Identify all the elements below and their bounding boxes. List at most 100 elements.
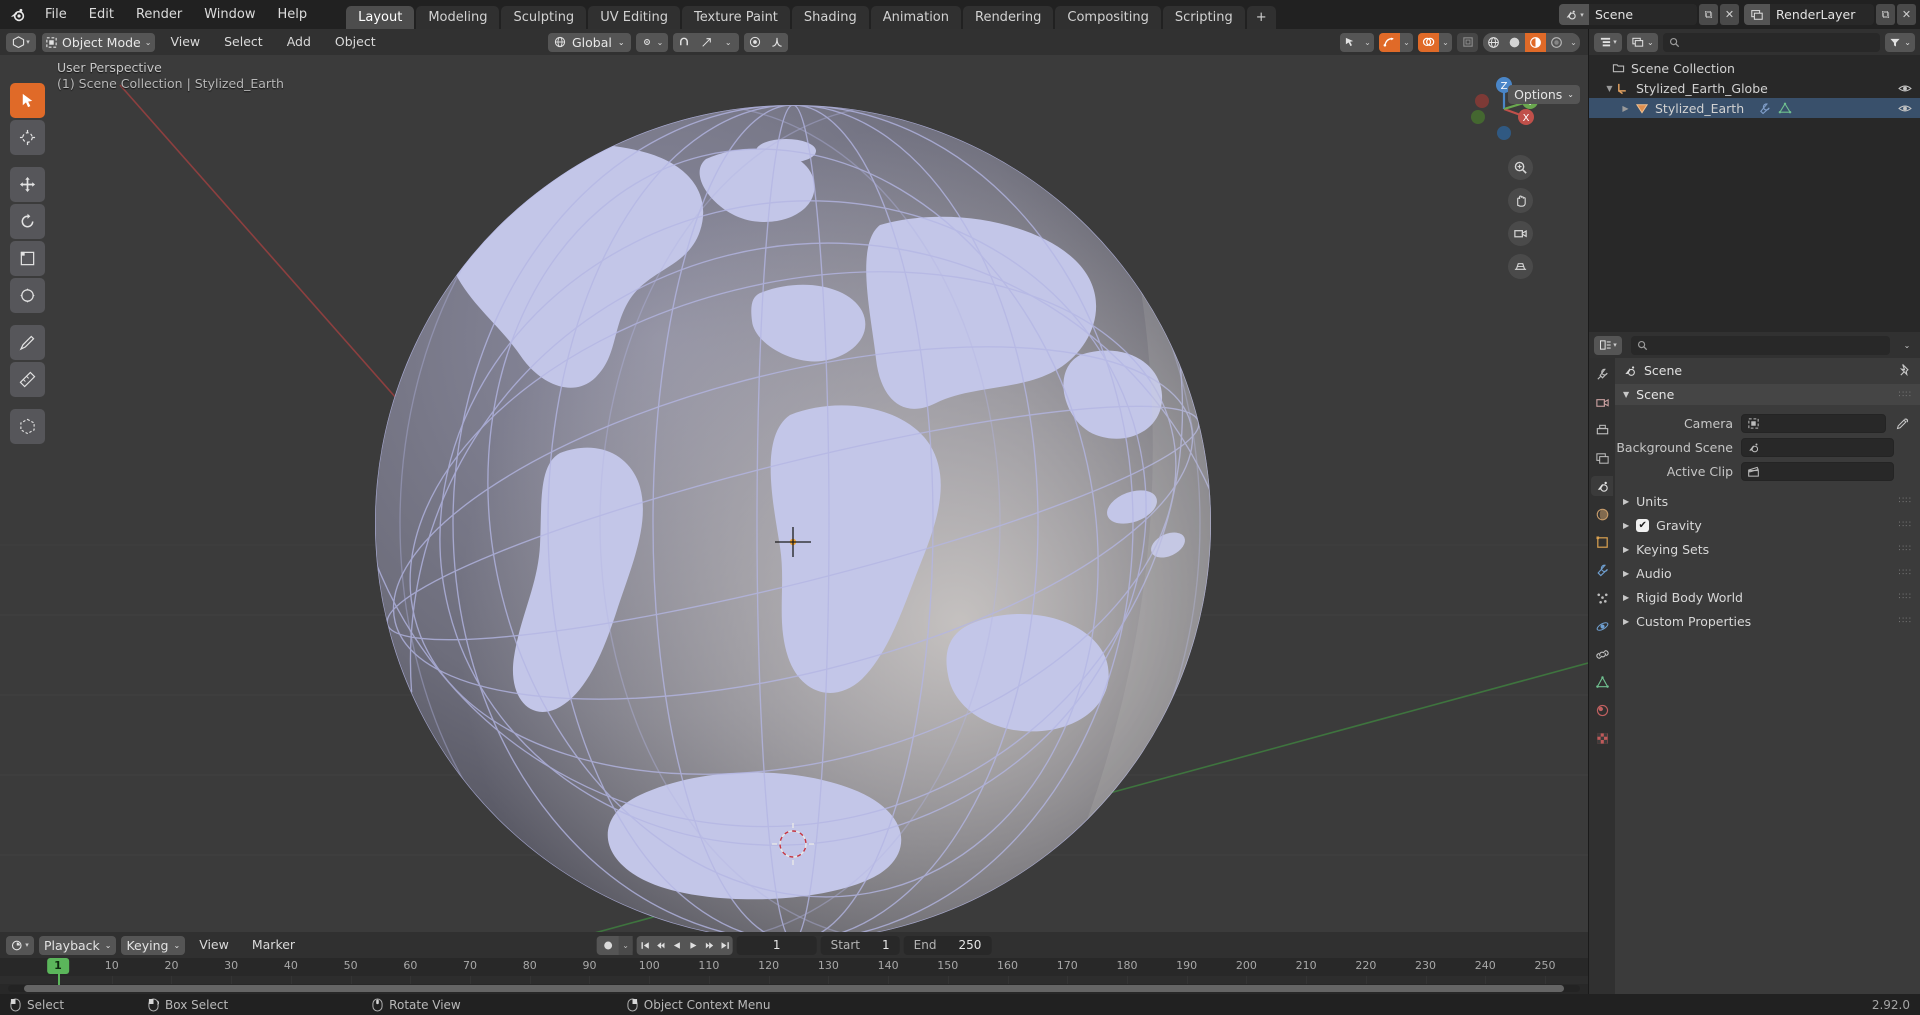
scene-name[interactable]: Scene xyxy=(1589,4,1697,25)
blender-logo-icon[interactable] xyxy=(0,5,34,24)
timeline-scrollbar[interactable] xyxy=(8,985,1580,992)
tab-uv-editing[interactable]: UV Editing xyxy=(588,6,681,29)
outliner-search-input[interactable] xyxy=(1662,32,1881,52)
tab-modeling[interactable]: Modeling xyxy=(416,6,500,29)
add-cube-tool[interactable] xyxy=(10,409,45,444)
snap-target-icon[interactable] xyxy=(695,32,718,52)
section-custom-properties[interactable]: ▶ Custom Properties ∷∷ xyxy=(1615,609,1920,633)
timeline-strip[interactable]: 1102030405060708090100110120130140150160… xyxy=(0,958,1588,994)
properties-icon[interactable]: ▾ xyxy=(1594,335,1622,355)
next-keyframe-icon[interactable] xyxy=(701,936,717,955)
frame-end-field[interactable]: End 250 xyxy=(903,935,992,955)
view-layer-selector[interactable]: RenderLayer xyxy=(1744,4,1874,25)
expand-triangle-icon[interactable]: ▶ xyxy=(1623,521,1629,530)
timeline-ruler[interactable]: 1102030405060708090100110120130140150160… xyxy=(0,958,1588,976)
properties-options-icon[interactable]: ⌄ xyxy=(1899,341,1915,350)
outliner-row-stylized-earth-globe[interactable]: ▼ Stylized_Earth_Globe xyxy=(1589,78,1920,98)
outliner-row-scene-collection[interactable]: Scene Collection xyxy=(1589,58,1920,78)
measure-tool[interactable] xyxy=(10,362,45,397)
timeline-rows[interactable] xyxy=(0,976,1588,984)
tab-texture-paint[interactable]: Texture Paint xyxy=(682,6,790,29)
texture-tab[interactable] xyxy=(1591,728,1613,748)
outliner-filter-icon[interactable]: ⌄ xyxy=(1885,32,1915,52)
expand-triangle-icon[interactable]: ▶ xyxy=(1623,497,1629,506)
cursor-tool[interactable] xyxy=(10,120,45,155)
properties-search-input[interactable] xyxy=(1631,335,1890,355)
shading-dropdown-icon[interactable]: ⌄ xyxy=(1567,32,1580,52)
auto-keying-icon[interactable] xyxy=(597,936,619,955)
timeline-icon[interactable]: ▾ xyxy=(6,935,34,955)
proportional-edit-icon[interactable] xyxy=(744,32,767,52)
section-rigid-body-world[interactable]: ▶ Rigid Body World ∷∷ xyxy=(1615,585,1920,609)
viewport-menu-select[interactable]: Select xyxy=(215,29,272,55)
camera-field[interactable] xyxy=(1741,413,1886,433)
scale-tool[interactable] xyxy=(10,241,45,276)
wireframe-shading-icon[interactable] xyxy=(1483,32,1504,52)
modifier-wrench-tab[interactable] xyxy=(1591,560,1613,580)
move-tool[interactable] xyxy=(10,167,45,202)
object-tab[interactable] xyxy=(1591,532,1613,552)
prev-keyframe-icon[interactable] xyxy=(653,936,669,955)
outliner-display-mode[interactable]: ⌄ xyxy=(1627,32,1658,52)
keying-dropdown[interactable]: Keying ⌄ xyxy=(121,935,186,955)
visibility-eye-icon[interactable] xyxy=(1898,83,1912,94)
mode-selector[interactable]: Object Mode ⌄ xyxy=(42,32,156,52)
3d-viewport[interactable]: User Perspective (1) Scene Collection | … xyxy=(0,55,1588,932)
show-gizmo-icon[interactable] xyxy=(1340,32,1361,52)
view-layer-icon[interactable] xyxy=(1744,4,1770,25)
jump-end-icon[interactable] xyxy=(717,936,733,955)
expand-triangle-icon[interactable]: ▶ xyxy=(1623,569,1629,578)
overlays-dropdown-icon[interactable]: ⌄ xyxy=(1400,32,1413,52)
timeline-menu-marker[interactable]: Marker xyxy=(243,932,304,958)
pivot-point-selector[interactable]: ⌄ xyxy=(635,32,669,52)
expand-triangle-icon[interactable]: ▶ xyxy=(1623,617,1629,626)
menu-edit[interactable]: Edit xyxy=(78,0,125,29)
section-gravity[interactable]: ▶ ✔ Gravity ∷∷ xyxy=(1615,513,1920,537)
rendered-shading-icon[interactable] xyxy=(1546,32,1567,52)
menu-file[interactable]: File xyxy=(34,0,78,29)
section-audio[interactable]: ▶ Audio ∷∷ xyxy=(1615,561,1920,585)
material-tab[interactable] xyxy=(1591,700,1613,720)
transform-orientation-selector[interactable]: Global ⌄ xyxy=(548,32,631,52)
end-value[interactable]: 250 xyxy=(958,938,981,952)
eyedropper-icon[interactable] xyxy=(1894,417,1911,430)
modifier-wrench-icon[interactable] xyxy=(1758,102,1772,115)
visibility-eye-icon-earth[interactable] xyxy=(1898,103,1912,114)
section-units[interactable]: ▶ Units ∷∷ xyxy=(1615,489,1920,513)
tab-add-workspace[interactable]: + xyxy=(1246,6,1276,29)
section-keying-sets[interactable]: ▶ Keying Sets ∷∷ xyxy=(1615,537,1920,561)
menu-window[interactable]: Window xyxy=(193,0,266,29)
viewport-menu-add[interactable]: Add xyxy=(278,29,320,55)
tab-compositing[interactable]: Compositing xyxy=(1055,6,1161,29)
gravity-checkbox[interactable]: ✔ xyxy=(1636,518,1650,532)
xray-toggle-icon[interactable] xyxy=(1418,32,1439,52)
jump-start-icon[interactable] xyxy=(637,936,653,955)
camera-icon[interactable] xyxy=(1508,221,1533,246)
playback-dropdown[interactable]: Playback ⌄ xyxy=(39,935,117,955)
expand-triangle-icon[interactable]: ▶ xyxy=(1623,545,1629,554)
new-view-layer-icon[interactable]: ⧉ xyxy=(1876,4,1895,25)
timeline-menu-view[interactable]: View xyxy=(190,932,238,958)
start-value[interactable]: 1 xyxy=(882,938,890,952)
tab-animation[interactable]: Animation xyxy=(870,6,961,29)
view-layer-tab[interactable] xyxy=(1591,448,1613,468)
snap-magnet-icon[interactable] xyxy=(673,32,696,52)
outliner-row-stylized-earth[interactable]: ▶ Stylized_Earth xyxy=(1589,98,1920,118)
scene-selector[interactable]: ▾ Scene xyxy=(1559,4,1697,25)
render-camera-tab[interactable] xyxy=(1591,392,1613,412)
expand-triangle-icon[interactable]: ▶ xyxy=(1623,593,1629,602)
scene-panel-header[interactable]: ▼ Scene ∷∷ xyxy=(1615,384,1920,405)
pan-hand-icon[interactable] xyxy=(1508,188,1533,213)
xray-dropdown-icon[interactable]: ⌄ xyxy=(1439,32,1452,52)
mesh-data-tab[interactable] xyxy=(1591,672,1613,692)
viewport-options-button[interactable]: Options ⌄ xyxy=(1508,85,1580,104)
current-frame-field[interactable]: 1 xyxy=(736,935,817,955)
solid-shading-icon[interactable] xyxy=(1504,32,1525,52)
material-preview-icon[interactable] xyxy=(1525,32,1546,52)
panel-collapse-icon[interactable]: ▼ xyxy=(1623,390,1629,399)
scene-icon[interactable]: ▾ xyxy=(1559,4,1589,25)
snap-dropdown-icon[interactable]: ⌄ xyxy=(717,32,740,52)
annotate-tool[interactable] xyxy=(10,325,45,360)
ortho-persp-icon[interactable] xyxy=(1508,254,1533,279)
play-reverse-icon[interactable] xyxy=(669,936,685,955)
